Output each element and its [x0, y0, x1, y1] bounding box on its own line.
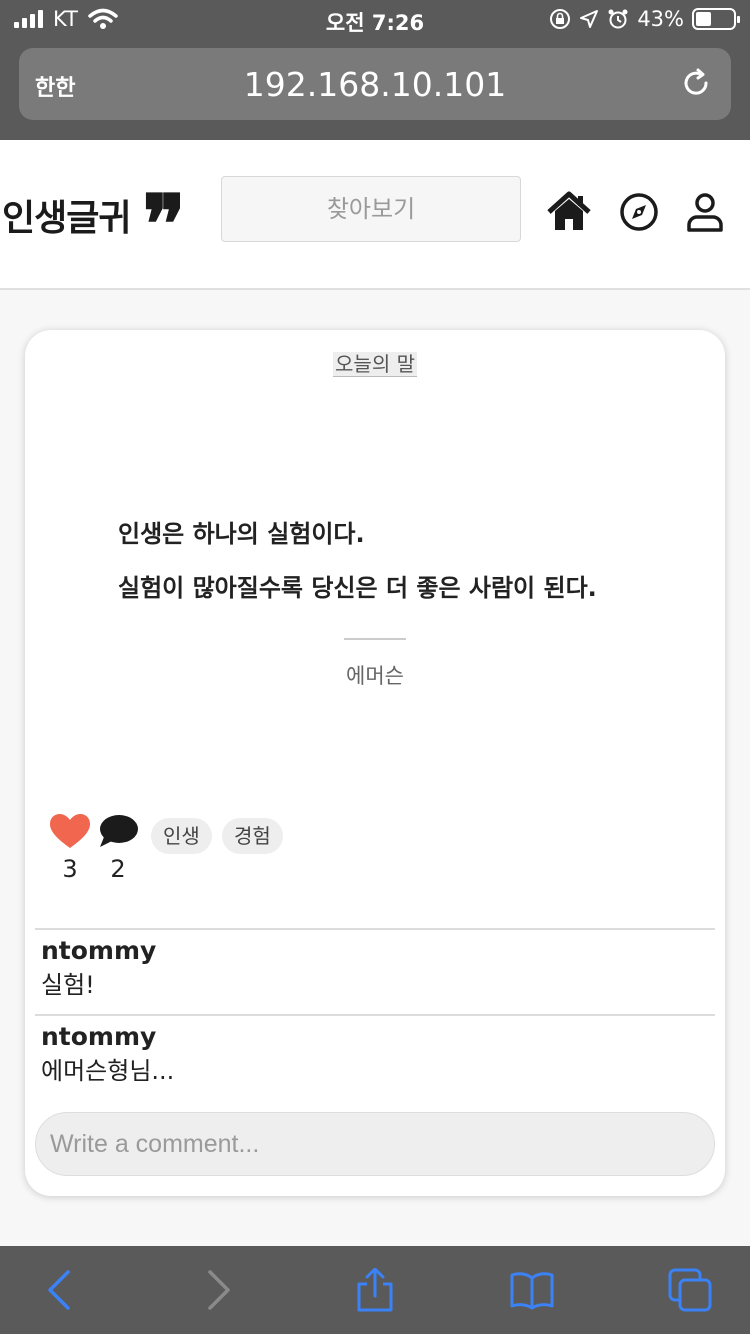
- location-icon: [580, 10, 599, 28]
- alarm-icon: [608, 9, 628, 29]
- tag-chip[interactable]: 경험: [222, 818, 283, 854]
- url-text[interactable]: 192.168.10.101: [19, 65, 731, 104]
- like-count: 3: [62, 855, 78, 883]
- heart-icon[interactable]: [50, 814, 90, 850]
- comment-count: 2: [110, 855, 126, 883]
- battery-icon: [692, 8, 740, 30]
- status-bar: KT 오전 7:26 43%: [0, 0, 750, 40]
- search-input[interactable]: [221, 176, 521, 242]
- quote-author: 에머슨: [346, 664, 404, 688]
- logo-text: 인생글귀: [2, 198, 131, 239]
- tabs-icon[interactable]: [668, 1268, 712, 1312]
- comment-text: 실험!: [41, 971, 95, 999]
- site-logo[interactable]: 인생글귀 ❞: [2, 177, 186, 271]
- like-button[interactable]: 3: [49, 814, 91, 883]
- comment-username[interactable]: ntommy: [41, 1020, 709, 1054]
- forward-icon[interactable]: [196, 1268, 240, 1312]
- quote-line-1: 인생은 하나의 실험이다.: [118, 520, 365, 548]
- quote-line-2: 실험이 많아질수록 당신은 더 좋은 사람이 된다.: [118, 574, 597, 602]
- home-icon[interactable]: [547, 190, 591, 234]
- quote-card: 오늘의 말 인생은 하나의 실험이다. 실험이 많아질수록 당신은 더 좋은 사…: [25, 330, 725, 1196]
- logo-quote-icon: ❞: [142, 177, 185, 271]
- reload-icon[interactable]: [679, 66, 713, 100]
- status-right: 43%: [549, 7, 740, 31]
- bookmarks-icon[interactable]: [510, 1268, 554, 1312]
- comment-username[interactable]: ntommy: [41, 934, 709, 968]
- browser-toolbar: 한한 192.168.10.101: [0, 40, 750, 140]
- share-icon[interactable]: [353, 1268, 397, 1312]
- comment-button[interactable]: 2: [97, 814, 139, 883]
- comment-text: 에머슨형님...: [41, 1057, 175, 1085]
- back-icon[interactable]: [38, 1268, 82, 1312]
- battery-percent: 43%: [637, 7, 684, 31]
- battery-level: [696, 12, 712, 26]
- speech-bubble-icon[interactable]: [98, 814, 138, 850]
- browser-bottom-bar: [0, 1246, 750, 1334]
- compass-icon[interactable]: [617, 190, 661, 234]
- tag-chip[interactable]: 인생: [151, 818, 212, 854]
- comment-item: ntommy 실험!: [35, 928, 715, 1006]
- quote-text: 인생은 하나의 실험이다. 실험이 많아질수록 당신은 더 좋은 사람이 된다.: [118, 507, 678, 615]
- user-icon[interactable]: [683, 190, 727, 234]
- author-divider: [344, 638, 406, 640]
- comment-item: ntommy 에머슨형님...: [35, 1014, 715, 1092]
- rotation-lock-icon: [550, 9, 571, 29]
- card-label: 오늘의 말: [333, 352, 417, 377]
- address-bar[interactable]: 한한 192.168.10.101: [19, 48, 731, 120]
- comment-input[interactable]: [35, 1112, 715, 1176]
- site-header: 인생글귀 ❞: [0, 140, 750, 290]
